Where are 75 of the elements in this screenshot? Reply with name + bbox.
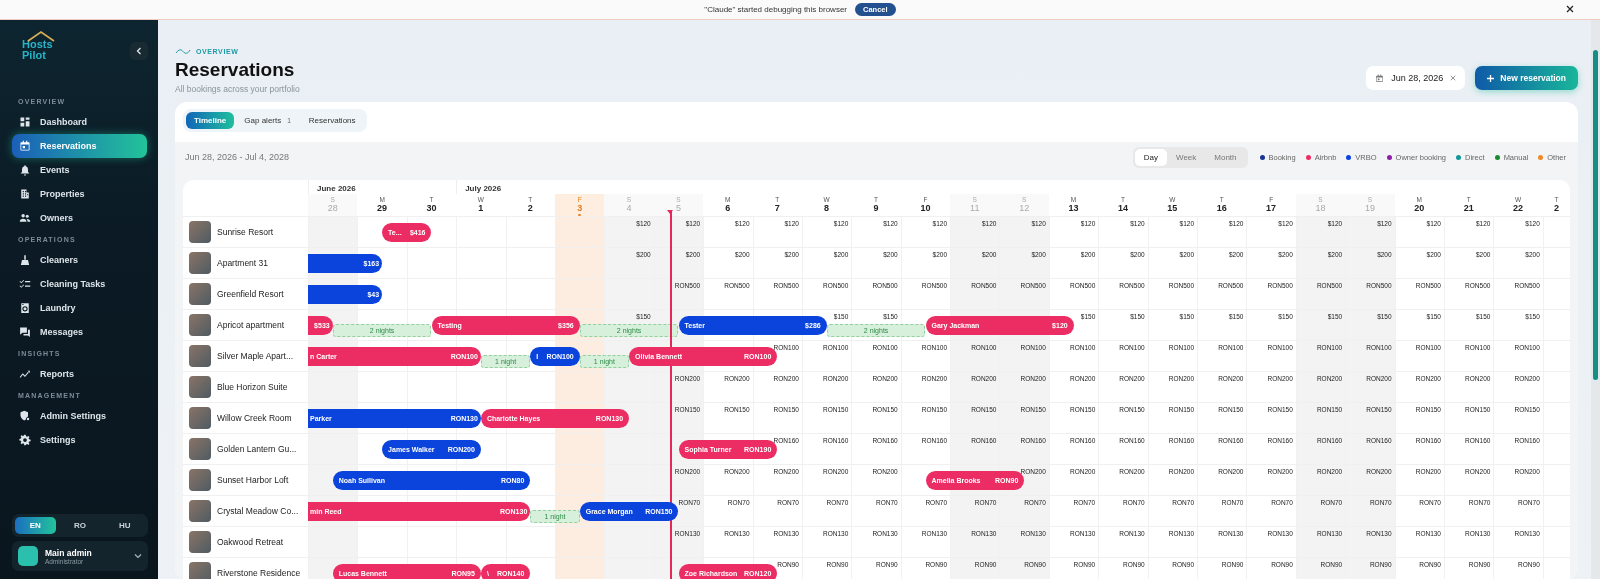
avatar xyxy=(18,546,38,566)
property-name[interactable]: Golden Lantern Gu... xyxy=(217,444,297,454)
chart-icon xyxy=(19,368,31,380)
property-name[interactable]: Crystal Meadow Co... xyxy=(217,506,299,516)
calendar-icon xyxy=(19,140,31,152)
photo-placeholder xyxy=(189,314,211,336)
property-name[interactable]: Riverstone Residence xyxy=(217,568,301,578)
tab[interactable]: Timeline xyxy=(186,112,235,129)
nav-item[interactable]: Dashboard xyxy=(12,110,147,134)
nav-item[interactable]: Cleaning Tasks xyxy=(12,272,147,296)
property-name[interactable]: Silver Maple Apart... xyxy=(217,351,294,361)
property-name[interactable]: Sunrise Resort xyxy=(217,227,274,237)
property-name[interactable]: Willow Creek Room xyxy=(217,413,292,423)
cleaner-icon xyxy=(19,254,31,266)
tab[interactable]: Reservations xyxy=(300,112,364,129)
photo-placeholder xyxy=(189,283,211,305)
date-filter[interactable]: Jun 28, 2026 xyxy=(1366,66,1466,90)
photo-placeholder xyxy=(189,407,211,429)
building-icon xyxy=(19,188,31,200)
date-range: Jun 28, 2026 - Jul 4, 2028 xyxy=(185,152,290,162)
photo-placeholder xyxy=(189,345,211,367)
plus-icon xyxy=(1487,74,1495,82)
photo-placeholder xyxy=(189,221,211,243)
laundry-icon xyxy=(19,302,31,314)
chevron-down-icon xyxy=(134,553,142,559)
nav-item[interactable]: Laundry xyxy=(12,296,147,320)
photo-placeholder xyxy=(189,252,211,274)
language-option[interactable]: HU xyxy=(104,517,145,534)
nav-item[interactable]: Events xyxy=(12,158,147,182)
dashboard-icon xyxy=(19,116,31,128)
people-icon xyxy=(19,212,31,224)
close-icon[interactable] xyxy=(1566,5,1574,13)
nav-item[interactable]: Reports xyxy=(12,362,147,386)
nav-item[interactable]: Messages xyxy=(12,320,147,344)
chat-icon xyxy=(19,326,31,338)
bell-icon xyxy=(19,164,31,176)
nav-item[interactable]: Reservations xyxy=(12,134,147,158)
logo-text: Hosts xyxy=(22,39,53,50)
scrollbar-thumb[interactable] xyxy=(1593,50,1598,380)
language-option[interactable]: EN xyxy=(15,517,56,534)
photo-placeholder xyxy=(189,438,211,460)
chevron-left-icon xyxy=(136,47,142,55)
calendar-icon xyxy=(1375,73,1385,83)
nav-item[interactable]: Admin Settings xyxy=(12,404,147,428)
debug-message: "Claude" started debugging this browser xyxy=(704,5,847,14)
property-name[interactable]: Apricot apartment xyxy=(217,320,285,330)
view-option[interactable]: Week xyxy=(1166,148,1206,166)
photo-placeholder xyxy=(189,562,211,579)
roof-icon xyxy=(26,30,56,42)
photo-placeholder xyxy=(189,531,211,553)
logo-text: Pilot xyxy=(22,50,46,61)
new-reservation-button[interactable]: New reservation xyxy=(1475,66,1578,90)
photo-placeholder xyxy=(189,469,211,491)
tasks-icon xyxy=(19,278,31,290)
language-option[interactable]: RO xyxy=(59,517,101,534)
view-option[interactable]: Day xyxy=(1134,148,1167,166)
property-name[interactable]: Oakwood Retreat xyxy=(217,537,284,547)
nav-item[interactable]: Owners xyxy=(12,206,147,230)
view-option[interactable]: Month xyxy=(1205,148,1246,166)
property-name[interactable]: Sunset Harbor Loft xyxy=(217,475,289,485)
collapse-button[interactable] xyxy=(130,42,148,60)
nav-item[interactable]: Settings xyxy=(12,428,147,452)
photo-placeholder xyxy=(189,500,211,522)
property-name[interactable]: Greenfield Resort xyxy=(217,289,284,299)
property-name[interactable]: Blue Horizon Suite xyxy=(217,382,288,392)
nav-item[interactable]: Properties xyxy=(12,182,147,206)
admin-icon xyxy=(19,410,31,422)
nav-item[interactable]: Cleaners xyxy=(12,248,147,272)
page-title: Reservations xyxy=(175,59,296,81)
gear-icon xyxy=(19,434,31,446)
property-name[interactable]: Apartment 31 xyxy=(217,258,269,268)
page-subtitle: All bookings across your portfolio xyxy=(175,84,300,94)
user-name: Main admin xyxy=(45,547,93,558)
photo-placeholder xyxy=(189,376,211,398)
wave-icon xyxy=(175,49,191,54)
